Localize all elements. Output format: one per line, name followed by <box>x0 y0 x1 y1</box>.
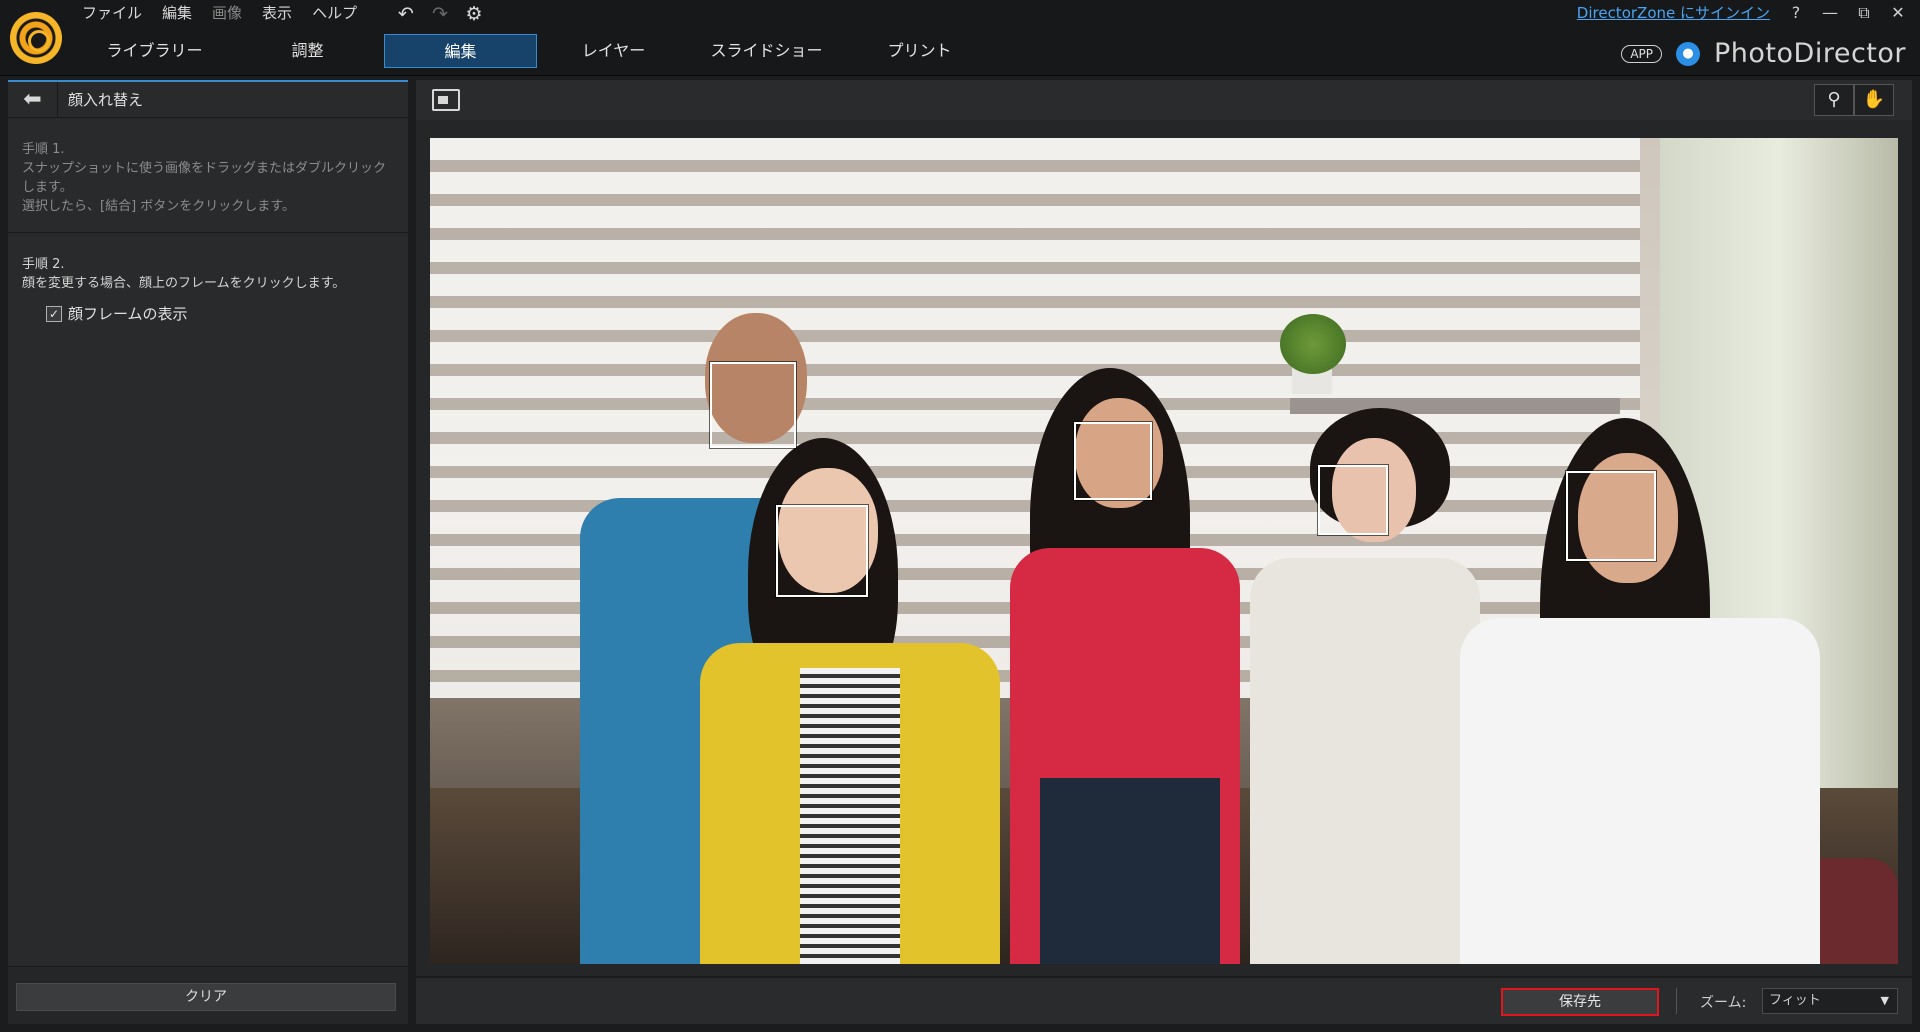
zoom-label: ズーム: <box>1700 995 1747 1011</box>
show-face-frame-option[interactable]: ✓ 顔フレームの表示 <box>46 303 394 324</box>
menu-view[interactable]: 表示 <box>252 0 302 26</box>
window-controls: DirectorZone にサインイン ? — ⧉ ✕ <box>1577 2 1906 23</box>
potted-plant <box>1280 314 1346 374</box>
tab-slideshow[interactable]: スライドショー <box>690 34 843 68</box>
help-button[interactable]: ? <box>1788 3 1804 22</box>
viewer-footer: 保存先 ズーム: フィット ▼ <box>416 978 1912 1024</box>
panel-title: 顔入れ替え <box>68 91 144 109</box>
tab-edit[interactable]: 編集 <box>384 34 537 68</box>
panel-footer: クリア <box>8 966 408 1024</box>
menu-bar: ファイル 編集 画像 表示 ヘルプ <box>72 0 367 26</box>
menu-file[interactable]: ファイル <box>72 0 152 26</box>
close-button[interactable]: ✕ <box>1890 3 1906 22</box>
face-swap-panel: ⬅ 顔入れ替え 手順 1. スナップショットに使う画像をドラッグまたはダブルクリ… <box>8 80 408 1024</box>
menu-help[interactable]: ヘルプ <box>302 0 367 26</box>
step1-heading: 手順 1. <box>22 142 65 157</box>
person-body <box>1460 618 1820 964</box>
divider <box>1676 988 1677 1014</box>
save-as-button[interactable]: 保存先 <box>1501 988 1659 1016</box>
step2-section: 手順 2. 顔を変更する場合、顔上のフレームをクリックします。 ✓ 顔フレームの… <box>8 233 408 324</box>
wall-shelf <box>1290 398 1620 414</box>
menu-image[interactable]: 画像 <box>202 0 252 26</box>
bell-icon[interactable]: ● <box>1676 41 1701 66</box>
gear-icon[interactable]: ⚙ <box>462 2 486 26</box>
person-skirt <box>1040 778 1220 964</box>
tab-adjust[interactable]: 調整 <box>231 34 384 68</box>
show-face-frame-label[interactable]: 顔フレームの表示 <box>68 303 188 324</box>
viewer-toolbar: ⚲ ✋ <box>416 80 1912 120</box>
redo-icon[interactable]: ↷ <box>428 2 452 26</box>
view-tools: ⚲ ✋ <box>1814 84 1894 116</box>
brand-name: PhotoDirector <box>1714 38 1906 69</box>
step1-line1: スナップショットに使う画像をドラッグまたはダブルクリックします。 <box>22 161 387 195</box>
app-badge-button[interactable]: APP <box>1621 44 1663 63</box>
person-body <box>1250 558 1480 964</box>
menu-edit[interactable]: 編集 <box>152 0 202 26</box>
hand-icon[interactable]: ✋ <box>1854 84 1894 116</box>
group-photo[interactable] <box>430 138 1898 964</box>
chevron-down-icon[interactable]: ▼ <box>1881 989 1889 1013</box>
face-frame[interactable] <box>710 362 796 448</box>
step1-section: 手順 1. スナップショットに使う画像をドラッグまたはダブルクリックします。 選… <box>8 118 408 233</box>
face-frame[interactable] <box>1318 465 1388 535</box>
tab-library[interactable]: ライブラリー <box>78 34 231 68</box>
face-frame[interactable] <box>776 505 868 597</box>
face-frame[interactable] <box>1074 422 1152 500</box>
arrow-left-icon[interactable]: ⬅ <box>8 81 58 118</box>
undo-icon[interactable]: ↶ <box>394 2 418 26</box>
mode-tabs: ライブラリー 調整 編集 レイヤー スライドショー プリント <box>78 34 996 68</box>
photodirector-window: ファイル 編集 画像 表示 ヘルプ ↶ ↷ ⚙ ライブラリー 調整 編集 レイヤ… <box>0 0 1920 1032</box>
compare-view-icon[interactable] <box>432 89 460 111</box>
clear-button[interactable]: クリア <box>16 983 396 1011</box>
panel-header: ⬅ 顔入れ替え <box>8 81 408 118</box>
tab-layer[interactable]: レイヤー <box>537 34 690 68</box>
tab-print[interactable]: プリント <box>843 34 996 68</box>
face-frame[interactable] <box>1566 471 1656 561</box>
step1-line2: 選択したら、[結合] ボタンをクリックします。 <box>22 199 295 214</box>
zoom-value: フィット <box>1769 993 1821 1008</box>
photo-canvas <box>416 120 1912 976</box>
directorzone-signin-link[interactable]: DirectorZone にサインイン <box>1577 2 1770 23</box>
striped-shirt <box>800 668 900 964</box>
magnifier-icon[interactable]: ⚲ <box>1814 84 1854 116</box>
title-bar: ファイル 編集 画像 表示 ヘルプ ↶ ↷ ⚙ ライブラリー 調整 編集 レイヤ… <box>0 0 1920 76</box>
quick-actions: ↶ ↷ ⚙ <box>394 2 486 26</box>
brand-area: APP ● PhotoDirector <box>1621 38 1906 69</box>
app-logo-icon[interactable] <box>10 12 62 64</box>
minimize-button[interactable]: — <box>1822 3 1838 22</box>
step2-line1: 顔を変更する場合、顔上のフレームをクリックします。 <box>22 276 346 291</box>
step2-heading: 手順 2. <box>22 257 65 272</box>
show-face-frame-checkbox[interactable]: ✓ <box>46 305 62 322</box>
restore-button[interactable]: ⧉ <box>1856 3 1872 23</box>
zoom-dropdown[interactable]: フィット ▼ <box>1762 988 1898 1014</box>
